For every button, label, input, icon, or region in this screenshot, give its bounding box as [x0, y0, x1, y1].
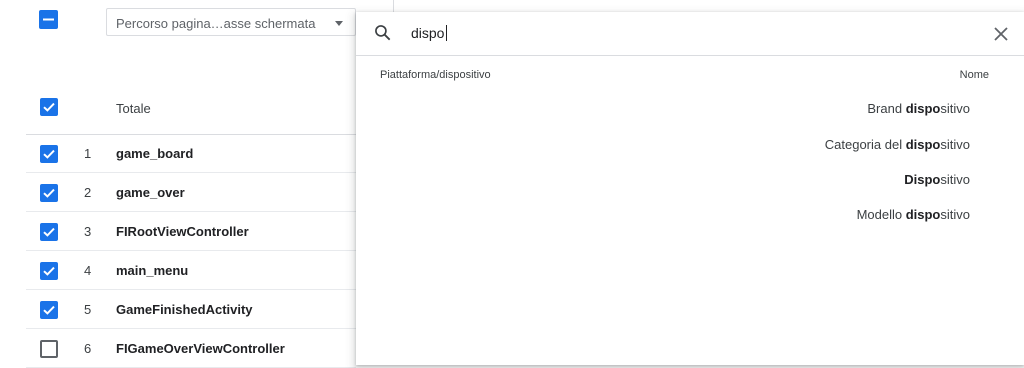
select-all-checkbox[interactable]	[39, 10, 58, 29]
row-divider	[26, 172, 356, 173]
row-name: game_over	[116, 185, 185, 200]
table-row[interactable]: 4 main_menu	[0, 252, 356, 290]
dimension-search-panel: Piattaforma/dispositivo Nome Brand dispo…	[356, 12, 1024, 365]
table-row[interactable]: 2 game_over	[0, 174, 356, 212]
table-row[interactable]: 5 GameFinishedActivity	[0, 291, 356, 329]
result-suffix: sitivo	[940, 101, 970, 116]
row-index: 4	[84, 263, 92, 278]
row-divider	[26, 211, 356, 212]
checkmark-icon	[43, 149, 55, 159]
report-table: Percorso pagina…asse schermata Totale 1 g…	[0, 0, 356, 368]
dimension-select-label: Percorso pagina…asse schermata	[116, 16, 316, 31]
result-suffix: sitivo	[940, 137, 970, 152]
total-label: Totale	[116, 101, 151, 116]
row-divider	[26, 328, 356, 329]
result-match: Dispo	[904, 172, 941, 187]
chevron-down-icon	[335, 21, 343, 26]
category-header: Piattaforma/dispositivo	[380, 69, 491, 81]
search-bar	[356, 12, 1024, 56]
dimension-select[interactable]: Percorso pagina…asse schermata	[106, 8, 356, 36]
row-divider	[26, 289, 356, 290]
result-item[interactable]: Modello dispositivo	[857, 207, 970, 222]
result-item[interactable]: Categoria del dispositivo	[825, 137, 970, 152]
row-name: FIRootViewController	[116, 224, 249, 239]
close-button[interactable]	[991, 24, 1011, 44]
checkmark-icon	[43, 305, 55, 315]
result-match: dispo	[905, 101, 941, 116]
search-input[interactable]	[411, 22, 971, 44]
row-name: FIGameOverViewController	[116, 341, 285, 356]
minus-icon	[43, 18, 54, 21]
checkmark-icon	[43, 266, 55, 276]
divider	[393, 0, 394, 12]
row-checkbox[interactable]	[40, 184, 58, 202]
table-row[interactable]: 3 FIRootViewController	[0, 213, 356, 251]
text-cursor	[446, 25, 447, 41]
row-name: main_menu	[116, 263, 189, 278]
result-match: dispo	[905, 207, 941, 222]
row-name: game_board	[116, 146, 194, 161]
row-checkbox[interactable]	[40, 340, 58, 358]
result-match: dispo	[905, 137, 941, 152]
result-prefix: Modello	[856, 207, 906, 222]
row-checkbox[interactable]	[40, 301, 58, 319]
result-suffix: sitivo	[940, 172, 970, 187]
row-name: GameFinishedActivity	[116, 302, 253, 317]
checkmark-icon	[43, 102, 55, 112]
row-index: 5	[84, 302, 92, 317]
result-prefix: Brand	[867, 101, 906, 116]
result-prefix: Categoria del	[824, 137, 906, 152]
checkmark-icon	[43, 227, 55, 237]
result-suffix: sitivo	[940, 207, 970, 222]
row-divider	[26, 250, 356, 251]
result-item[interactable]: Dispositivo	[904, 172, 970, 187]
row-checkbox[interactable]	[40, 262, 58, 280]
row-checkbox[interactable]	[40, 145, 58, 163]
search-icon	[375, 25, 391, 41]
table-row[interactable]: 1 game_board	[0, 135, 356, 173]
table-row[interactable]: 6 FIGameOverViewController	[0, 330, 356, 368]
result-item[interactable]: Brand dispositivo	[867, 101, 970, 116]
total-checkbox[interactable]	[40, 98, 58, 116]
name-header: Nome	[959, 69, 989, 81]
close-icon	[994, 27, 1008, 41]
row-index: 1	[84, 146, 92, 161]
row-index: 3	[84, 224, 92, 239]
row-index: 6	[84, 341, 92, 356]
checkmark-icon	[43, 188, 55, 198]
row-checkbox[interactable]	[40, 223, 58, 241]
row-index: 2	[84, 185, 92, 200]
